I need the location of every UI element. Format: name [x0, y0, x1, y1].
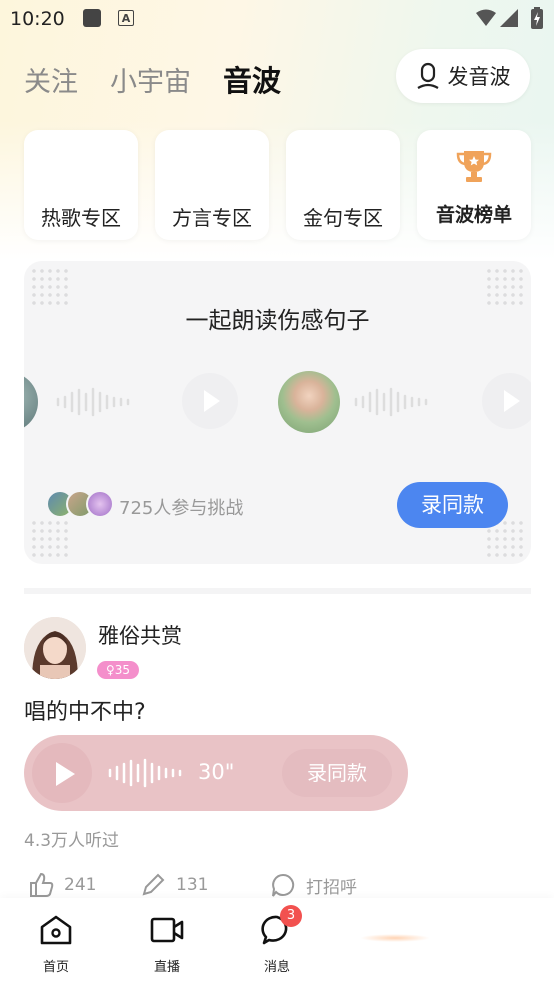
nav-home[interactable]: 首页 — [21, 914, 91, 975]
tab-follow[interactable]: 关注 — [24, 60, 78, 99]
audio-player[interactable]: 30" 录同款 — [24, 735, 408, 811]
play-button[interactable] — [482, 373, 531, 429]
category-label: 热歌专区 — [41, 206, 121, 230]
keyboard-a-icon: A — [118, 10, 134, 26]
play-button[interactable] — [182, 373, 238, 429]
thumbs-up-icon — [30, 872, 54, 897]
participant-avatar — [86, 490, 114, 518]
category-label: 方言专区 — [172, 206, 252, 230]
chat-bubble-icon — [272, 873, 295, 897]
play-button[interactable] — [32, 743, 92, 803]
comment-button[interactable]: 131 — [140, 872, 208, 898]
category-row: 热歌专区 方言专区 金句专区 音波榜单 — [24, 130, 531, 240]
waveform-icon — [56, 387, 130, 417]
category-quotes[interactable]: 金句专区 — [286, 130, 400, 240]
challenge-card[interactable]: 一起朗读伤感句子 725人参与挑战 录同款 — [24, 261, 531, 564]
like-count: 241 — [64, 875, 97, 895]
post-text: 唱的中不中? — [24, 700, 146, 725]
category-dialect[interactable]: 方言专区 — [155, 130, 269, 240]
record-same-button[interactable]: 录同款 — [397, 482, 508, 528]
top-tabs: 关注 小宇宙 音波 — [24, 58, 313, 98]
tab-sound-wave[interactable]: 音波 — [223, 58, 281, 100]
nav-label: 直播 — [153, 960, 180, 975]
waveform-icon — [108, 758, 182, 788]
challenge-title: 一起朗读伤感句子 — [185, 308, 370, 334]
status-bar: 10:20 A — [0, 0, 554, 38]
notification-icon — [83, 9, 101, 27]
participant-avatars — [46, 490, 116, 520]
avatar-portrait — [24, 617, 86, 679]
bottom-navigation: 首页 直播 3 消息 — [0, 898, 554, 984]
tab-universe[interactable]: 小宇宙 — [110, 60, 191, 99]
signal-icon — [500, 9, 518, 27]
voice-avatar-center[interactable] — [278, 371, 340, 433]
comment-count: 131 — [176, 875, 209, 895]
nav-label: 首页 — [42, 960, 69, 975]
category-ranking[interactable]: 音波榜单 — [417, 130, 531, 240]
nav-messages[interactable]: 3 消息 — [242, 905, 312, 975]
decor-dots — [30, 519, 70, 559]
category-hot-songs[interactable]: 热歌专区 — [24, 130, 138, 240]
category-label: 音波榜单 — [435, 204, 512, 226]
nav-label: 消息 — [263, 960, 290, 975]
status-time: 10:20 — [10, 8, 65, 30]
publish-sound-button[interactable]: 发音波 — [396, 49, 530, 103]
decorative-glow — [360, 934, 430, 942]
trophy-icon — [456, 151, 492, 182]
nav-live[interactable]: 直播 — [132, 914, 202, 975]
pencil-icon — [142, 873, 165, 896]
voice-avatar-left[interactable] — [24, 372, 38, 432]
wifi-icon — [476, 9, 496, 26]
like-button[interactable]: 241 — [28, 872, 96, 898]
waveform-icon — [354, 387, 428, 417]
battery-icon — [531, 7, 543, 29]
section-divider — [24, 588, 531, 594]
gender-age-badge: ♀35 — [97, 661, 139, 679]
greet-label: 打招呼 — [306, 877, 357, 898]
audio-duration: 30" — [198, 760, 235, 784]
challenge-voice-carousel[interactable] — [24, 369, 531, 433]
video-icon — [150, 917, 184, 943]
home-icon — [40, 915, 72, 945]
unread-badge: 3 — [280, 905, 302, 927]
listen-count: 4.3万人听过 — [24, 831, 120, 851]
category-label: 金句专区 — [303, 206, 383, 230]
publish-sound-label: 发音波 — [447, 65, 511, 89]
greet-button[interactable]: 打招呼 — [270, 872, 357, 898]
author-avatar[interactable] — [24, 617, 86, 679]
participant-count: 725人参与挑战 — [119, 498, 244, 519]
microphone-icon — [416, 62, 439, 89]
record-same-button[interactable]: 录同款 — [282, 749, 392, 797]
author-name[interactable]: 雅俗共赏 — [98, 620, 182, 650]
